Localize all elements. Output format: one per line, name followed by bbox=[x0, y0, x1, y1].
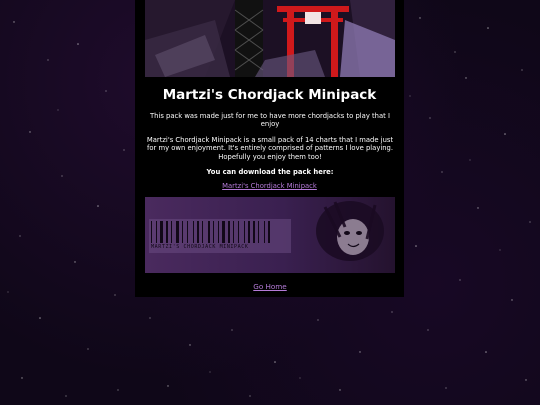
pack-banner-caption: MARTZI'S CHORDJACK MINIPACK bbox=[151, 244, 249, 250]
pack-banner-image[interactable]: MARTZI'S CHORDJACK MINIPACK bbox=[145, 197, 395, 273]
description-paragraph: Martzi's Chordjack Minipack is a small p… bbox=[146, 136, 394, 161]
page-title: Martzi's Chordjack Minipack bbox=[162, 87, 377, 103]
intro-paragraph: This pack was made just for me to have m… bbox=[150, 112, 390, 129]
download-heading: You can download the pack here: bbox=[206, 168, 334, 176]
download-pack-link[interactable]: Martzi's Chordjack Minipack bbox=[135, 182, 404, 191]
content-panel: Martzi's Chordjack Minipack This pack wa… bbox=[135, 0, 404, 297]
go-home-link[interactable]: Go Home bbox=[0, 282, 540, 292]
header-banner-image bbox=[145, 0, 395, 77]
